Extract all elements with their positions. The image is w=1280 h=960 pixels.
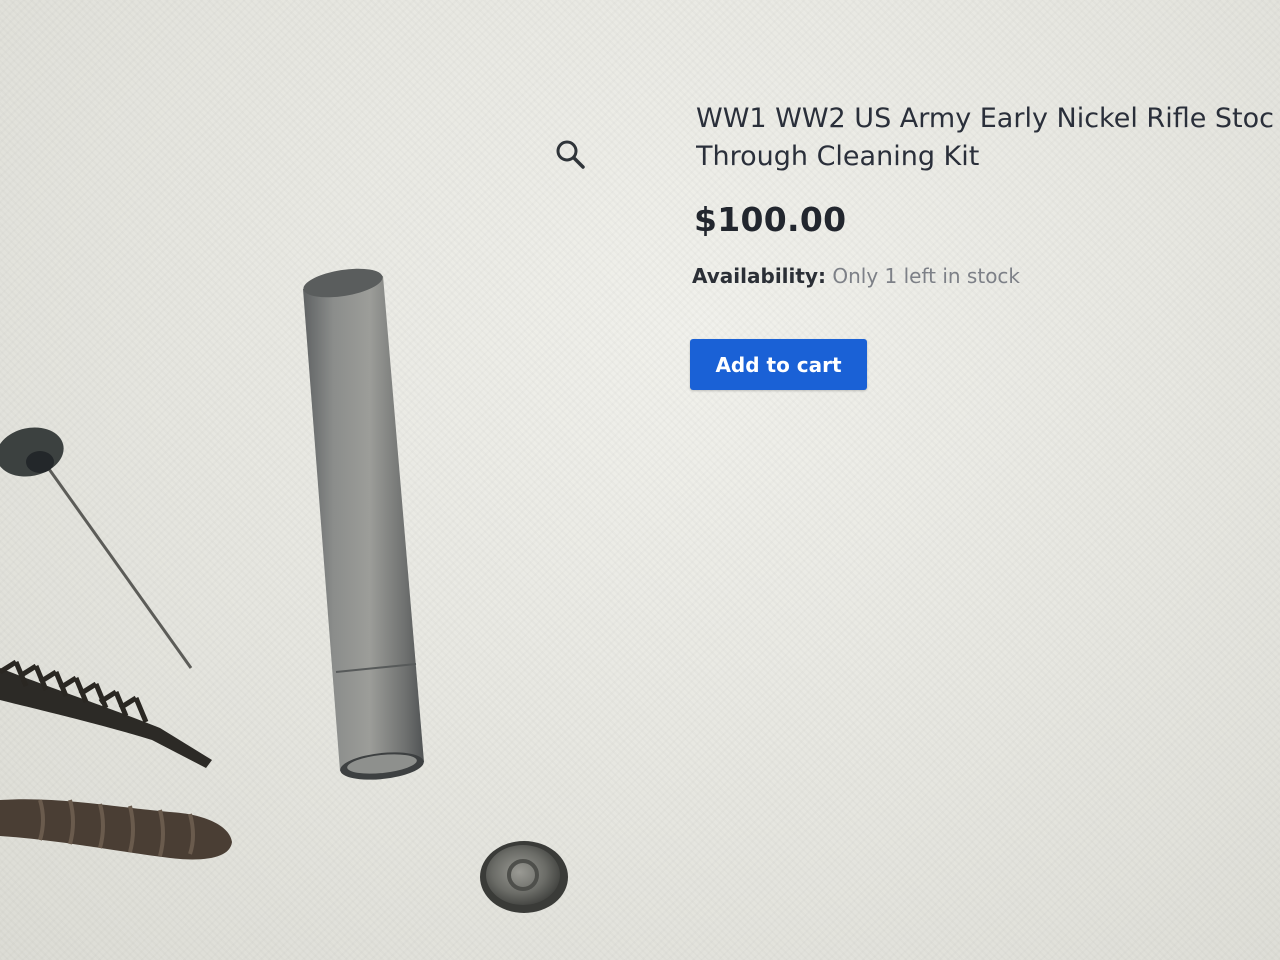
availability-value: Only 1 left in stock	[832, 264, 1021, 288]
photographed-screen: WW1 WW2 US Army Early Nickel Rifle Stoc …	[0, 0, 1280, 960]
bore-brush	[0, 659, 212, 768]
product-title-line-2: Through Cleaning Kit	[696, 141, 980, 172]
wrapped-handle	[0, 799, 232, 860]
magnifier-icon[interactable]	[552, 136, 588, 172]
availability-label: Availability:	[692, 264, 826, 288]
cleaning-rod-wire	[0, 427, 193, 669]
add-to-cart-button[interactable]: Add to cart	[690, 339, 867, 390]
product-price: $100.00	[694, 200, 847, 239]
availability: Availability: Only 1 left in stock	[692, 264, 1020, 288]
product-title-line-1: WW1 WW2 US Army Early Nickel Rifle Stoc	[696, 103, 1274, 134]
tube-end-cap	[480, 841, 568, 913]
product-title: WW1 WW2 US Army Early Nickel Rifle Stoc …	[696, 100, 1280, 176]
cleaning-tube	[303, 268, 424, 780]
